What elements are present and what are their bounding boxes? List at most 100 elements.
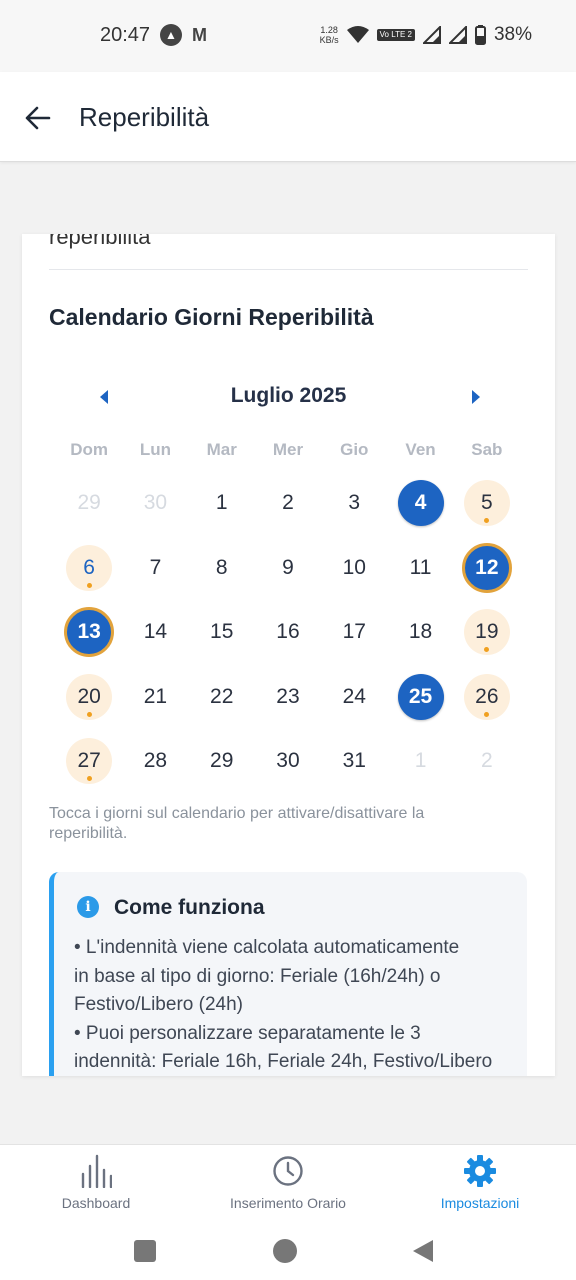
back-system-button[interactable] [408, 1236, 438, 1266]
calendar-day[interactable]: 28 [122, 729, 188, 794]
triangle-back-icon [413, 1240, 433, 1262]
calendar-day-number: 26 [475, 684, 499, 708]
calendar-day[interactable]: 3 [321, 471, 387, 536]
calendar-day[interactable]: 2 [255, 471, 321, 536]
calendar-day-number: 5 [480, 491, 493, 515]
calendar-day[interactable]: 31 [321, 729, 387, 794]
calendar-day-number: 17 [342, 620, 366, 644]
previous-setting-label: reperibilità [49, 234, 151, 249]
battery-level: 38% [493, 24, 532, 45]
bottom-navigation: Dashboard Inserimento Orario Impostazion… [0, 1144, 576, 1226]
calendar-day[interactable]: 12 [454, 536, 520, 601]
calendar-day[interactable]: 24 [321, 665, 387, 730]
divider [49, 269, 528, 270]
calendar-day-number: 30 [276, 749, 300, 773]
calendar-day-number: 2 [480, 749, 493, 773]
calendar-day[interactable]: 29 [189, 729, 255, 794]
info-line: in base al tipo di giorno: Feriale (16h/… [74, 965, 441, 987]
calendar-grid: 29 30 1 2 3 4 5 6 7 8 9 10 11 12 13 14 15 16 17 18 19 20 21 22 2… [56, 471, 520, 794]
calendar-day[interactable]: 27 [56, 729, 122, 794]
caret-right-icon [472, 390, 480, 404]
weekday-label: Ven [405, 440, 436, 459]
calendar-day[interactable]: 15 [189, 600, 255, 665]
calendar-day[interactable]: 23 [255, 665, 321, 730]
calendar-day[interactable]: 21 [122, 665, 188, 730]
recent-apps-button[interactable] [130, 1236, 160, 1266]
gmail-icon: M [192, 24, 207, 45]
calendar-day-number: 15 [210, 620, 234, 644]
calendar-day[interactable]: 19 [454, 600, 520, 665]
calendar-day[interactable]: 7 [122, 536, 188, 601]
signal-icon-2 [448, 26, 467, 44]
month-navigation: Luglio 2025 [22, 382, 555, 414]
calendar-day[interactable]: 5 [454, 471, 520, 536]
info-box: i Come funziona • L'indennità viene calc… [49, 872, 527, 1076]
calendar-day: 2 [454, 729, 520, 794]
calendar-day[interactable]: 10 [321, 536, 387, 601]
calendar-day-number: 23 [276, 684, 300, 708]
calendar-day-number: 29 [77, 491, 101, 515]
holiday-indicator-dot [86, 582, 92, 588]
calendar-day-number: 19 [475, 620, 499, 644]
circle-icon [273, 1239, 297, 1263]
calendar-day[interactable]: 26 [454, 665, 520, 730]
system-navigation-bar [0, 1226, 576, 1280]
info-line: indennità: Feriale 16h, Feriale 24h, Fes… [74, 1051, 493, 1072]
nav-time-entry[interactable]: Inserimento Orario [192, 1153, 384, 1211]
calendar-day[interactable]: 14 [122, 600, 188, 665]
calendar-day-number: 27 [77, 749, 101, 773]
navigation-app-icon: ▲ [160, 24, 182, 46]
calendar-day[interactable]: 8 [189, 536, 255, 601]
calendar-day[interactable]: 13 [56, 600, 122, 665]
calendar-day-number: 13 [77, 620, 101, 644]
calendar-day-number: 24 [342, 684, 366, 708]
calendar-week-row: 27 28 29 30 31 1 2 [56, 729, 520, 794]
nav-dashboard[interactable]: Dashboard [0, 1153, 192, 1211]
status-notification-icons: ▲ M [160, 24, 207, 46]
calendar-section-title: Calendario Giorni Reperibilità [49, 304, 374, 330]
calendar-day[interactable]: 30 [255, 729, 321, 794]
calendar-day-number: 29 [210, 749, 234, 773]
info-line: • L'indennità viene calcolata automatica… [74, 937, 460, 958]
volte-badge: Vo LTE 2 [376, 29, 415, 41]
info-line: Festivo/Libero (24h) [74, 994, 243, 1015]
info-title: Come funziona [114, 896, 265, 919]
holiday-indicator-dot [484, 647, 490, 653]
calendar-day[interactable]: 9 [255, 536, 321, 601]
calendar-day[interactable]: 4 [387, 471, 453, 536]
nav-label: Impostazioni [440, 1195, 520, 1211]
calendar-day: 1 [387, 729, 453, 794]
calendar-day[interactable]: 6 [56, 536, 122, 601]
calendar-day-number: 14 [143, 620, 168, 644]
calendar-day-number: 2 [282, 491, 294, 515]
network-speed: 1.28 KB/s [319, 25, 339, 45]
holiday-indicator-dot [86, 711, 92, 717]
nav-settings[interactable]: Impostazioni [384, 1153, 576, 1211]
calendar-day[interactable]: 11 [387, 536, 453, 601]
calendar-day-number: 28 [143, 749, 168, 773]
calendar-day[interactable]: 17 [321, 600, 387, 665]
calendar-day-number: 1 [215, 491, 228, 515]
calendar-day-number: 9 [282, 555, 294, 579]
calendar-day[interactable]: 25 [387, 665, 453, 730]
calendar-day-number: 10 [342, 555, 366, 579]
calendar-day: 30 [122, 471, 188, 536]
calendar-week-row: 13 14 15 16 17 18 19 [56, 600, 520, 665]
holiday-indicator-dot [86, 776, 92, 782]
calendar-day[interactable]: 20 [56, 665, 122, 730]
calendar-day[interactable]: 1 [189, 471, 255, 536]
next-month-button[interactable] [466, 386, 486, 408]
weekday-label: Mar [206, 440, 237, 459]
calendar-day[interactable]: 22 [189, 665, 255, 730]
square-icon [134, 1240, 156, 1262]
calendar-day-number: 18 [408, 620, 433, 644]
calendar-day[interactable]: 18 [387, 600, 453, 665]
home-button[interactable] [270, 1236, 300, 1266]
back-button[interactable] [18, 98, 58, 138]
calendar-day[interactable]: 16 [255, 600, 321, 665]
calendar-week-row: 20 21 22 23 24 25 26 [56, 665, 520, 730]
calendar-day-number: 22 [210, 684, 234, 708]
calendar-day-number: 11 [409, 555, 432, 579]
clock-icon [273, 1156, 303, 1186]
calendar-day-number: 8 [215, 555, 228, 579]
